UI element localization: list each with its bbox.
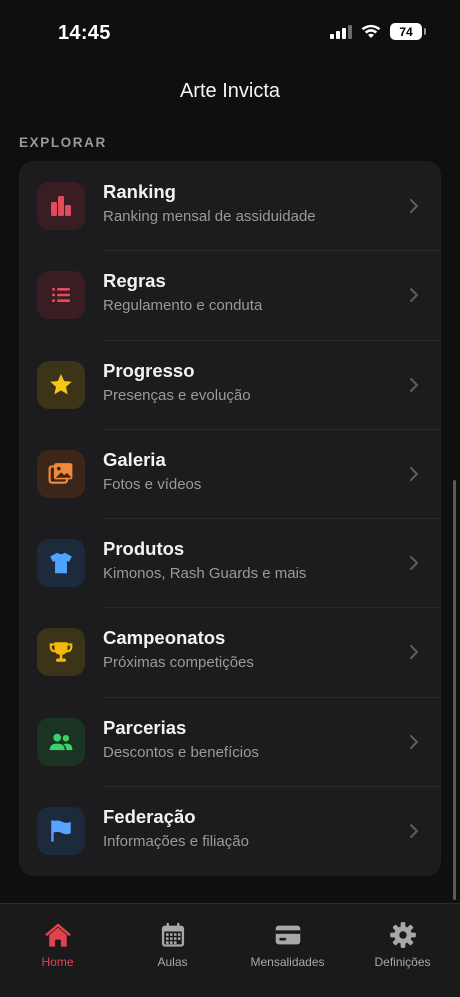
tab-mensalidades[interactable]: Mensalidades — [230, 904, 345, 997]
chevron-right-icon — [410, 288, 418, 303]
menu-item-title: Parcerias — [103, 716, 187, 738]
menu-item-regras[interactable]: Regras Regulamento e conduta — [19, 250, 441, 339]
regras-icon-tile — [37, 271, 85, 320]
campeonatos-icon-tile — [37, 628, 85, 677]
menu-item-title: Galeria — [103, 448, 166, 470]
menu-item-title: Produtos — [103, 538, 185, 560]
menu-item-subtitle: Informações e filiação — [103, 833, 249, 851]
wifi-icon — [361, 24, 381, 39]
galeria-icon-tile — [37, 449, 85, 498]
menu-item-subtitle: Próximas competições — [103, 654, 254, 672]
menu-item-produtos[interactable]: Produtos Kimonos, Rash Guards e mais — [19, 518, 441, 607]
ranking-icon-tile — [37, 182, 85, 230]
menu-item-title: Campeonatos — [103, 627, 226, 649]
menu-item-progresso[interactable]: Progresso Presenças e evolução — [19, 339, 441, 429]
tab-home[interactable]: Home — [0, 904, 115, 997]
menu-item-title: Regras — [103, 270, 166, 292]
star-icon — [50, 373, 72, 395]
tab-label: Home — [41, 955, 74, 969]
menu-item-campeonatos[interactable]: Campeonatos Próximas competições — [19, 607, 441, 696]
tshirt-icon — [50, 552, 72, 574]
menu-item-title: Progresso — [103, 359, 195, 381]
menu-item-subtitle: Regulamento e conduta — [103, 297, 263, 315]
federacao-icon-tile — [37, 807, 85, 856]
tab-definicoes[interactable]: Definições — [345, 904, 460, 997]
chevron-right-icon — [410, 556, 418, 571]
tab-label: Mensalidades — [250, 955, 325, 969]
tab-aulas[interactable]: Aulas — [115, 904, 230, 997]
menu-item-galeria[interactable]: Galeria Fotos e vídeos — [19, 428, 441, 518]
menu-item-subtitle: Presenças e evolução — [103, 386, 251, 404]
section-label: EXPLORAR — [19, 135, 107, 150]
chevron-right-icon — [410, 824, 418, 839]
menu-item-subtitle: Fotos e vídeos — [103, 475, 202, 493]
menu-item-title: Federação — [103, 806, 196, 828]
list-icon — [52, 288, 70, 303]
chevron-right-icon — [410, 645, 418, 660]
chevron-right-icon — [410, 466, 418, 481]
tab-bar: Home Aulas Mensalidades Definições — [0, 903, 460, 997]
chevron-right-icon — [410, 377, 418, 392]
menu-item-ranking[interactable]: Ranking Ranking mensal de assiduidade — [19, 161, 441, 250]
scrollbar[interactable] — [453, 480, 456, 900]
explore-menu: Ranking Ranking mensal de assiduidade Re… — [19, 161, 441, 876]
menu-item-subtitle: Descontos e benefícios — [103, 743, 259, 761]
menu-item-subtitle: Ranking mensal de assiduidade — [103, 208, 316, 225]
battery-icon: 74 — [390, 23, 426, 40]
calendar-icon — [158, 920, 188, 950]
flag-icon — [51, 820, 71, 842]
home-icon — [43, 920, 73, 950]
tab-label: Definições — [374, 955, 431, 969]
status-indicators: 74 — [330, 23, 426, 40]
menu-item-parcerias[interactable]: Parcerias Descontos e benefícios — [19, 696, 441, 786]
parcerias-icon-tile — [37, 717, 85, 766]
menu-item-title: Ranking — [103, 181, 176, 202]
trophy-icon — [49, 642, 73, 663]
page-title: Arte Invicta — [179, 80, 281, 102]
tab-label: Aulas — [157, 955, 188, 969]
photos-icon — [48, 463, 73, 484]
menu-item-subtitle: Kimonos, Rash Guards e mais — [103, 565, 307, 583]
produtos-icon-tile — [37, 539, 85, 588]
progresso-icon-tile — [37, 360, 85, 409]
people-icon — [49, 733, 73, 750]
status-time: 14:45 — [58, 22, 111, 44]
cellular-signal-icon — [330, 24, 352, 39]
bar-chart-icon — [51, 196, 71, 216]
chevron-right-icon — [410, 199, 418, 213]
menu-item-federacao[interactable]: Federação Informações e filiação — [19, 786, 441, 875]
battery-level: 74 — [399, 24, 413, 39]
chevron-right-icon — [410, 734, 418, 749]
gear-icon — [388, 920, 418, 950]
credit-card-icon — [273, 920, 303, 950]
status-bar: 14:45 74 — [0, 0, 460, 70]
